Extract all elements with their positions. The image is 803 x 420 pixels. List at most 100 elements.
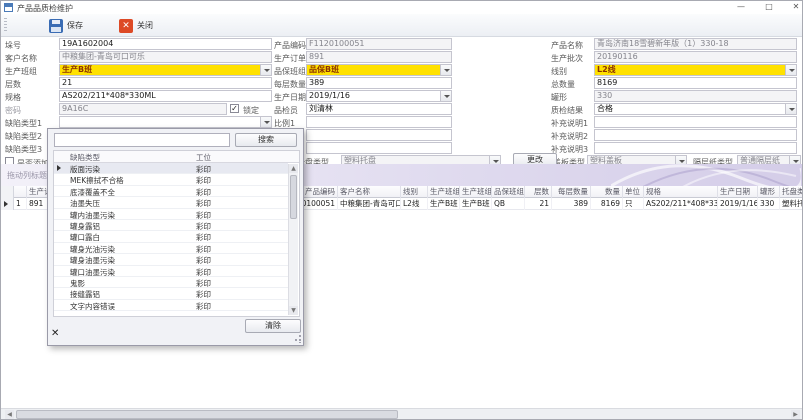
- stack-no-label: 垛号: [5, 40, 21, 51]
- combo-arrow-icon[interactable]: [440, 65, 451, 75]
- defect-list-header: 缺陷类型 工位: [54, 151, 299, 163]
- panel-resize-grip[interactable]: [293, 335, 301, 343]
- hscrollbar-thumb[interactable]: [16, 410, 398, 419]
- qc-result-field[interactable]: 合格: [594, 103, 797, 115]
- close-button[interactable]: ✕ 关闭: [115, 17, 157, 34]
- horizontal-scrollbar[interactable]: ◀ ▶: [1, 408, 803, 419]
- production-date-field[interactable]: 2019/1/16: [306, 90, 452, 102]
- lock-checkbox[interactable]: ✓: [230, 104, 239, 113]
- per-layer-qty-field[interactable]: 389: [306, 77, 452, 89]
- defect-type-1-label: 缺陷类型1: [5, 118, 42, 129]
- production-batch-field: 20190116: [594, 51, 797, 63]
- defect-list-item[interactable]: 罐身油墨污染彩印: [54, 254, 288, 265]
- grid-header-cell[interactable]: 数量: [591, 186, 623, 198]
- grid-header-cell[interactable]: 每层数量: [552, 186, 591, 198]
- spec-field[interactable]: AS202/211*408*330ML: [59, 90, 272, 102]
- scrollbar-thumb[interactable]: [290, 175, 297, 219]
- save-icon: [49, 19, 63, 33]
- supplement-3-field[interactable]: [594, 142, 797, 154]
- total-qty-field[interactable]: 8169: [594, 77, 797, 89]
- can-shape-field: 330: [594, 90, 797, 102]
- supplement-2-label: 补充说明2: [551, 131, 588, 142]
- grid-header-cell[interactable]: 客户名称: [338, 186, 401, 198]
- app-icon: [4, 3, 13, 12]
- defect-list-item[interactable]: 罐内油墨污染 彩印: [54, 209, 288, 220]
- defect-list-item[interactable]: 油墨失压彩印: [54, 197, 288, 208]
- grid-header-cell[interactable]: 层数: [525, 186, 552, 198]
- close-window-button[interactable]: ✕: [787, 1, 803, 13]
- line-label: 线别: [551, 66, 567, 77]
- band-swirl-decoration: [611, 164, 801, 186]
- defect-list-item[interactable]: 罐口油墨污染彩印: [54, 266, 288, 277]
- ratio-2-field[interactable]: [306, 129, 452, 141]
- inspector-label: 品检员: [274, 105, 298, 116]
- defect-search-input[interactable]: [54, 133, 230, 147]
- defect-list-item[interactable]: 罐身露铝彩印: [54, 220, 288, 231]
- combo-arrow-icon[interactable]: [260, 117, 271, 127]
- supplement-1-field[interactable]: [594, 116, 797, 128]
- grid-header-cell[interactable]: 托盘类型: [780, 186, 803, 198]
- minimize-button[interactable]: —: [732, 1, 750, 13]
- line-field[interactable]: L2线: [594, 64, 797, 76]
- combo-arrow-icon[interactable]: [440, 91, 451, 101]
- per-layer-qty-label: 每层数量: [274, 79, 306, 90]
- production-date-label: 生产日期: [274, 92, 306, 103]
- combo-arrow-icon[interactable]: [785, 104, 796, 114]
- defect-list-item[interactable]: 鬼影彩印: [54, 277, 288, 288]
- grid-cell: 中粮集团-青岛可口可乐: [338, 198, 401, 210]
- grid-header-cell[interactable]: 线别: [401, 186, 428, 198]
- scroll-down-arrow-icon[interactable]: ▼: [289, 306, 298, 315]
- grid-header-cell[interactable]: 生产班组: [428, 186, 460, 198]
- production-team-field[interactable]: 生产B班: [59, 64, 272, 76]
- layers-label: 层数: [5, 79, 21, 90]
- defect-name: 油墨失压: [70, 198, 100, 209]
- defect-station: 彩印: [196, 164, 211, 175]
- defect-name: 版面污染: [70, 164, 100, 175]
- panel-close-icon[interactable]: ✕: [51, 329, 59, 339]
- layers-field[interactable]: 21: [59, 77, 272, 89]
- total-qty-label: 总数量: [551, 79, 575, 90]
- defect-list-scrollbar[interactable]: ▲ ▼: [288, 164, 298, 315]
- defect-type-1-field[interactable]: [59, 116, 272, 128]
- combo-arrow-icon[interactable]: [260, 65, 271, 75]
- grid-header-cell[interactable]: 品保班组: [492, 186, 525, 198]
- grid-header-cell[interactable]: [14, 186, 27, 198]
- defect-name: 罐口露白: [70, 232, 100, 243]
- ratio-1-field[interactable]: [306, 116, 452, 128]
- grid-cell: 塑料托盘: [780, 198, 803, 210]
- can-shape-label: 罐形: [551, 92, 567, 103]
- defect-list-item[interactable]: 文字内容错误彩印: [54, 300, 288, 311]
- maximize-button[interactable]: □: [760, 1, 778, 13]
- save-button[interactable]: 保存: [45, 17, 87, 34]
- grid-header-cell[interactable]: 单位: [623, 186, 644, 198]
- defect-type-3-label: 缺陷类型3: [5, 144, 42, 155]
- production-batch-label: 生产批次: [551, 53, 583, 64]
- defect-list-item[interactable]: 罐身光油污染彩印: [54, 243, 288, 254]
- grid-header-cell[interactable]: 规格: [644, 186, 718, 198]
- defect-name: 罐内油墨污染: [70, 210, 115, 221]
- scroll-left-arrow-icon[interactable]: ◀: [5, 410, 14, 419]
- inspector-field[interactable]: 刘清林: [306, 103, 452, 115]
- defect-station: 彩印: [196, 210, 211, 221]
- defect-list-item[interactable]: 罐口露白彩印: [54, 231, 288, 242]
- defect-name: 底漆覆盖不全: [70, 187, 115, 198]
- defect-station: 彩印: [196, 187, 211, 198]
- combo-arrow-icon[interactable]: [785, 65, 796, 75]
- ratio-3-field[interactable]: [306, 142, 452, 154]
- defect-search-button[interactable]: 搜索: [235, 133, 297, 147]
- defect-list-item[interactable]: 底漆覆盖不全 彩印: [54, 186, 288, 197]
- scroll-right-arrow-icon[interactable]: ▶: [791, 410, 800, 419]
- grid-header-cell[interactable]: 生产日期: [718, 186, 758, 198]
- qa-team-field[interactable]: 品保B班: [306, 64, 452, 76]
- defect-station: 彩印: [196, 289, 211, 300]
- scroll-up-arrow-icon[interactable]: ▲: [289, 164, 298, 173]
- supplement-2-field[interactable]: [594, 129, 797, 141]
- defect-clear-button[interactable]: 清除: [245, 319, 301, 333]
- defect-list-item[interactable]: 接缝露铝彩印: [54, 288, 288, 299]
- production-order-label: 生产订单: [274, 53, 306, 64]
- grid-header-cell[interactable]: 罐形: [758, 186, 780, 198]
- defect-list-item[interactable]: 版面污染 彩印: [54, 163, 288, 174]
- stack-no-field[interactable]: 19A1602004: [59, 38, 272, 50]
- grid-header-cell[interactable]: 生产班组: [460, 186, 492, 198]
- defect-list-item[interactable]: MEK擦拭不合格彩印: [54, 174, 288, 185]
